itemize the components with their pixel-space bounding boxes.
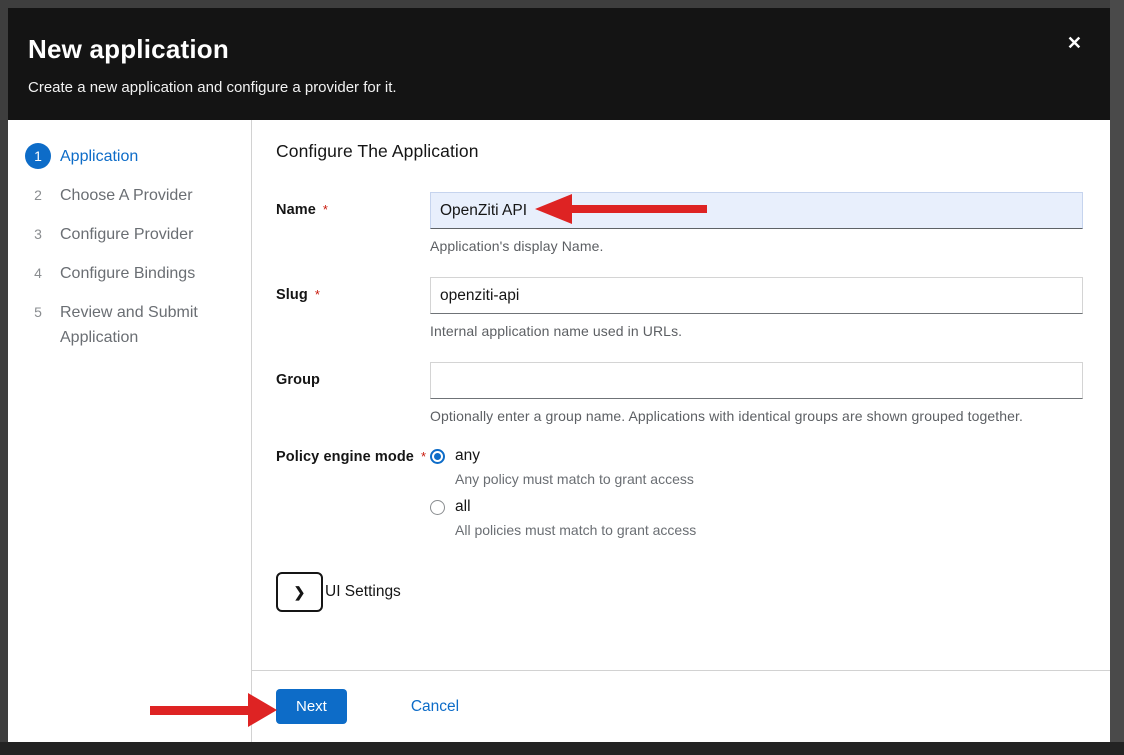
required-asterisk: *: [421, 449, 426, 464]
name-label: Name*: [276, 192, 430, 254]
step-label: Review and Submit Application: [60, 299, 241, 350]
modal-body: 1 Application 2 Choose A Provider 3 Conf…: [8, 120, 1110, 742]
step-label: Configure Bindings: [60, 260, 195, 286]
radio-all-helper-text: All policies must match to grant access: [455, 522, 1083, 538]
wizard-step-configure-bindings[interactable]: 4 Configure Bindings: [25, 260, 241, 286]
step-number: 2: [25, 182, 51, 208]
wizard-main: Configure The Application Name* Applicat…: [252, 120, 1110, 742]
modal-subtitle: Create a new application and configure a…: [28, 79, 1050, 96]
wizard-step-choose-provider[interactable]: 2 Choose A Provider: [25, 182, 241, 208]
radio-any-label[interactable]: any: [455, 447, 480, 465]
modal-title: New application: [28, 34, 1050, 65]
step-label: Choose A Provider: [60, 182, 193, 208]
radio-any-helper-text: Any policy must match to grant access: [455, 471, 1083, 487]
required-asterisk: *: [323, 202, 328, 217]
step-label: Configure Provider: [60, 221, 193, 247]
slug-label: Slug*: [276, 277, 430, 339]
radio-all-label[interactable]: all: [455, 498, 471, 516]
required-asterisk: *: [315, 287, 320, 302]
slug-field-row: Slug* Internal application name used in …: [276, 277, 1083, 339]
wizard-step-application[interactable]: 1 Application: [25, 143, 241, 169]
step-number: 3: [25, 221, 51, 247]
step-number: 5: [25, 299, 51, 325]
policy-mode-all-option: all: [430, 498, 1083, 516]
wizard-steps-sidebar: 1 Application 2 Choose A Provider 3 Conf…: [8, 120, 252, 742]
radio-all[interactable]: [430, 500, 445, 515]
ui-settings-expandable: ❯ UI Settings: [276, 572, 1083, 612]
cancel-button[interactable]: Cancel: [411, 698, 459, 716]
step-label: Application: [60, 143, 138, 169]
name-helper-text: Application's display Name.: [430, 238, 1083, 254]
group-helper-text: Optionally enter a group name. Applicati…: [430, 408, 1083, 424]
page-backdrop-right: [1110, 0, 1124, 755]
slug-helper-text: Internal application name used in URLs.: [430, 323, 1083, 339]
group-label: Group: [276, 362, 430, 424]
name-input[interactable]: [430, 192, 1083, 229]
new-application-modal: New application Create a new application…: [8, 8, 1110, 742]
wizard-step-review-submit[interactable]: 5 Review and Submit Application: [25, 299, 241, 350]
next-button[interactable]: Next: [276, 689, 347, 724]
page-title: Configure The Application: [276, 141, 1083, 162]
close-icon[interactable]: ✕: [1067, 34, 1082, 52]
wizard-footer: Next Cancel: [252, 670, 1110, 742]
group-input[interactable]: [430, 362, 1083, 399]
ui-settings-label: UI Settings: [325, 583, 401, 601]
page-backdrop-bottom: [0, 742, 1124, 755]
modal-header: New application Create a new application…: [8, 8, 1110, 120]
chevron-right-icon[interactable]: ❯: [276, 572, 323, 612]
group-field-row: Group Optionally enter a group name. App…: [276, 362, 1083, 424]
step-number: 1: [25, 143, 51, 169]
name-field-row: Name* Application's display Name.: [276, 192, 1083, 254]
slug-input[interactable]: [430, 277, 1083, 314]
radio-any[interactable]: [430, 449, 445, 464]
step-number: 4: [25, 260, 51, 286]
policy-mode-any-option: any: [430, 447, 1083, 465]
wizard-step-configure-provider[interactable]: 3 Configure Provider: [25, 221, 241, 247]
policy-engine-mode-row: Policy engine mode* any Any policy must …: [276, 447, 1083, 538]
wizard-content: Configure The Application Name* Applicat…: [252, 120, 1110, 670]
policy-engine-mode-label: Policy engine mode*: [276, 447, 430, 538]
